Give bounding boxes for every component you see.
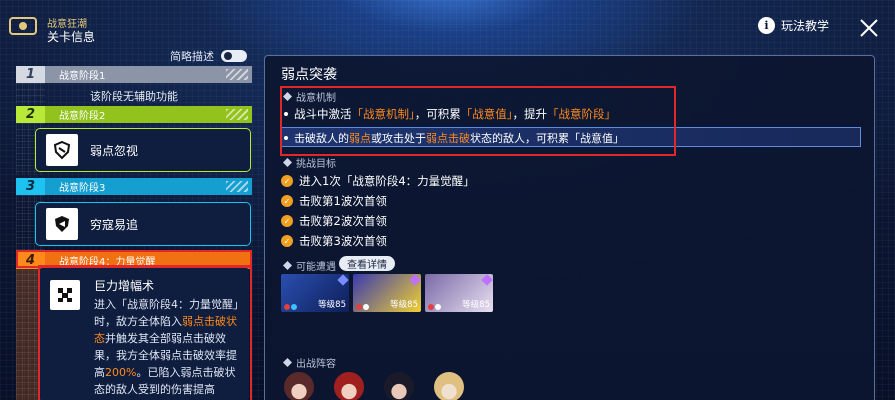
weakness-icon	[428, 304, 434, 310]
skill-card-pursuit[interactable]: 穷寇易追	[35, 202, 251, 246]
stage-number: 2	[16, 106, 45, 123]
weakness-icon	[284, 304, 290, 310]
shield-break-icon	[46, 134, 78, 166]
enemy-section-header: 可能遭遇	[283, 258, 336, 273]
team-member-avatar[interactable]	[384, 372, 414, 400]
enemy-level: 等级85	[318, 300, 346, 310]
goal-text: 击败第3波次首领	[299, 234, 387, 248]
stage-label: 战意阶段3	[59, 183, 106, 194]
enemy-portrait[interactable]: 等级85	[281, 274, 349, 312]
goal-text: 进入1次「战意阶段4：力量觉醒」	[299, 174, 475, 188]
section-label: 可能遭遇	[296, 262, 336, 273]
goal-item: ✓ 击败第2波次首领	[281, 213, 387, 229]
brief-toggle[interactable]	[221, 50, 247, 62]
stage-2-header: 2 战意阶段2	[16, 106, 252, 123]
goal-item: ✓ 击败第1波次首领	[281, 193, 387, 209]
stage-number: 3	[16, 178, 45, 195]
skill-card-weakness-ignore[interactable]: 弱点忽视	[35, 128, 251, 172]
enemy-level: 等级85	[462, 300, 490, 310]
goal-text: 击败第1波次首领	[299, 194, 387, 208]
view-details-button[interactable]: 查看详情	[339, 256, 395, 271]
weakness-icons	[428, 304, 441, 310]
skill-card-label: 弱点忽视	[90, 143, 139, 158]
goal-item: ✓ 进入1次「战意阶段4：力量觉醒」	[281, 173, 475, 189]
team-member-avatar[interactable]	[434, 372, 464, 400]
page-title: 关卡信息	[47, 30, 96, 44]
goal-text: 击败第2波次首领	[299, 214, 387, 228]
close-icon[interactable]	[858, 17, 880, 39]
stage-3-header: 3 战意阶段3	[16, 178, 252, 195]
check-icon: ✓	[281, 215, 293, 227]
goal-section-header: 挑战目标	[283, 155, 336, 170]
section-label: 出战阵容	[296, 359, 336, 370]
team-member-avatar[interactable]	[284, 372, 314, 400]
weakness-icon	[356, 304, 362, 310]
pursuit-shield-icon	[46, 208, 78, 240]
event-logo-icon	[9, 17, 37, 35]
weakness-icon	[291, 304, 297, 310]
stage-1-header: 1 战意阶段1	[16, 66, 252, 83]
stage-label: 战意阶段2	[59, 111, 106, 122]
section-label: 挑战目标	[296, 159, 336, 170]
annotation-box	[280, 86, 676, 156]
team-section-header: 出战阵容	[283, 355, 336, 370]
check-icon: ✓	[281, 235, 293, 247]
info-icon: i	[758, 17, 775, 34]
help-label: 玩法教学	[781, 19, 830, 33]
weakness-icons	[356, 304, 369, 310]
weakness-icons	[284, 304, 297, 310]
annotation-box	[38, 265, 252, 400]
check-icon: ✓	[281, 195, 293, 207]
enemy-level: 等级85	[390, 300, 418, 310]
stage-1-note: 该阶段无辅助功能	[90, 90, 178, 103]
check-icon: ✓	[281, 175, 293, 187]
weakness-icon	[435, 304, 441, 310]
goal-item: ✓ 击败第3波次首领	[281, 233, 387, 249]
skill-card-label: 穷寇易追	[90, 217, 139, 232]
enemy-portrait[interactable]: 等级85	[353, 274, 421, 312]
panel-title: 弱点突袭	[281, 67, 337, 83]
team-member-avatar[interactable]	[334, 372, 364, 400]
diamond-icon	[283, 158, 292, 167]
stage-label: 战意阶段1	[59, 71, 106, 82]
diamond-icon	[283, 261, 292, 270]
brief-toggle-label: 简略描述	[170, 50, 214, 63]
help-button[interactable]: i 玩法教学	[758, 17, 829, 34]
stage-gutter	[16, 83, 45, 105]
enemy-portrait[interactable]: 等级85	[425, 274, 493, 312]
diamond-icon	[283, 358, 292, 367]
stage-number: 1	[16, 66, 45, 83]
weakness-icon	[363, 304, 369, 310]
